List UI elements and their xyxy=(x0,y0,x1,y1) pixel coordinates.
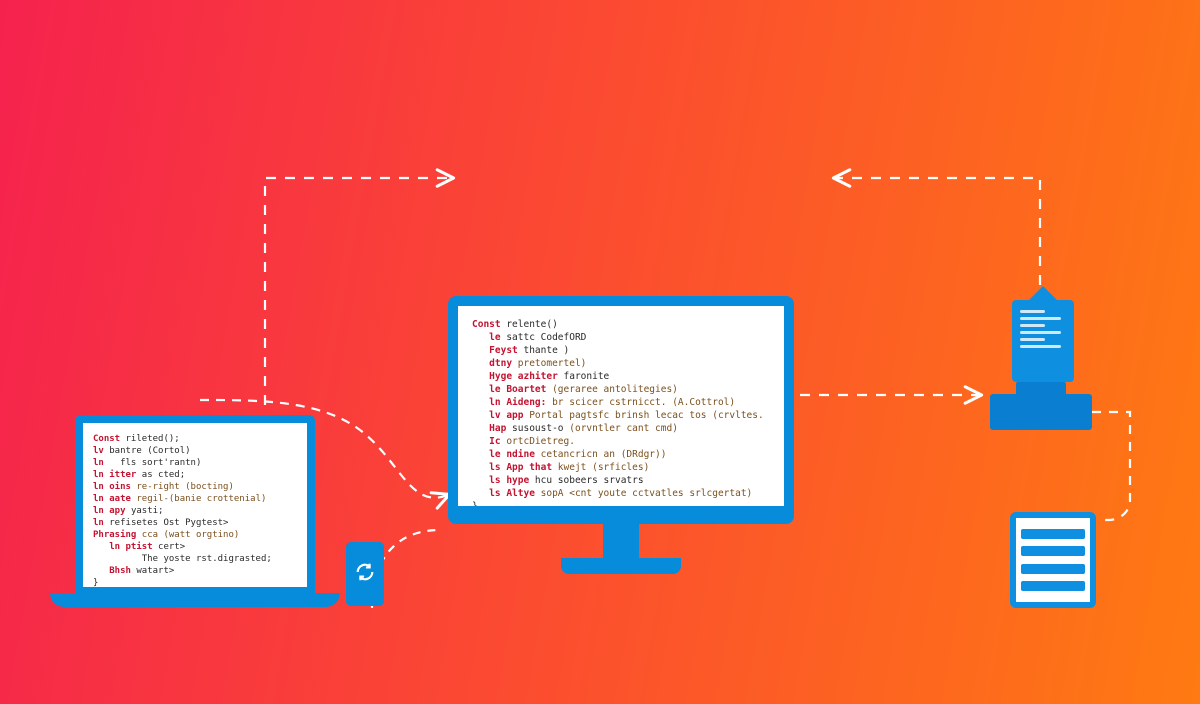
code-line: ln Aideng: br scicer cstrnicct. (A.Cottr… xyxy=(472,396,774,409)
code-line: Bhsh watart> xyxy=(93,565,299,577)
desktop-monitor: Const relente() le sattc CodefORD Feyst … xyxy=(448,296,794,574)
code-line: ln fls sort'rantn) xyxy=(93,457,299,469)
code-line: The yoste rst.digrasted; xyxy=(93,553,299,565)
code-line: dtny pretomertel) xyxy=(472,357,774,370)
sync-icon xyxy=(354,561,376,588)
code-line: ln apy yasti; xyxy=(93,505,299,517)
code-line: ln refisetes Ost Pygtest> xyxy=(93,517,299,529)
monitor-foot xyxy=(561,558,681,574)
laptop-base xyxy=(50,593,340,607)
code-line: } xyxy=(93,577,299,589)
code-line: Ic ortcDietreg. xyxy=(472,435,774,448)
code-line: lv bantre (Cortol) xyxy=(93,445,299,457)
code-line: Phrasing cca (watt orgtino) xyxy=(93,529,299,541)
code-line: le ndine cetancricn an (DRdgr)) xyxy=(472,448,774,461)
code-line: ln oins re-right (bocting) xyxy=(93,481,299,493)
monitor-neck xyxy=(603,524,639,558)
code-line: Const relente() xyxy=(472,318,774,331)
code-line: ln aate regil-(banie crottenial) xyxy=(93,493,299,505)
diagram-canvas: Const rileted();lv bantre (Cortol)ln fls… xyxy=(0,0,1200,704)
stacked-card-icon xyxy=(1010,512,1096,608)
code-line: ls App that kwejt (srficles) xyxy=(472,461,774,474)
code-line: ls Altye sopA <cnt youte cctvatles srlcg… xyxy=(472,487,774,500)
server-block-icon xyxy=(990,394,1092,430)
laptop-device: Const rileted();lv bantre (Cortol)ln fls… xyxy=(50,415,340,607)
code-line: lv app Portal pagtsfc brinsh lecac tos (… xyxy=(472,409,774,422)
code-line: Hyge azhiter faronite xyxy=(472,370,774,383)
code-line: } xyxy=(472,500,774,513)
arrow-laptop-to-monitor xyxy=(265,178,452,405)
code-line: le Boartet (geraree antolitegies) xyxy=(472,383,774,396)
code-line: ls hype hcu sobeers srvatrs xyxy=(472,474,774,487)
code-line: ln ptist cert> xyxy=(93,541,299,553)
monitor-screen: Const relente() le sattc CodefORD Feyst … xyxy=(448,296,794,524)
code-line: ln itter as cted; xyxy=(93,469,299,481)
arrow-doc-to-monitor xyxy=(835,178,1040,285)
code-line: le sattc CodefORD xyxy=(472,331,774,344)
laptop-screen: Const rileted();lv bantre (Cortol)ln fls… xyxy=(75,415,315,595)
code-line: Feyst thante ) xyxy=(472,344,774,357)
document-icon xyxy=(1012,300,1074,382)
code-line: Hap susoust-o (orvntler cant cmd) xyxy=(472,422,774,435)
sync-device xyxy=(346,542,384,606)
code-line: Const rileted(); xyxy=(93,433,299,445)
connector-block-to-card xyxy=(1092,412,1130,520)
